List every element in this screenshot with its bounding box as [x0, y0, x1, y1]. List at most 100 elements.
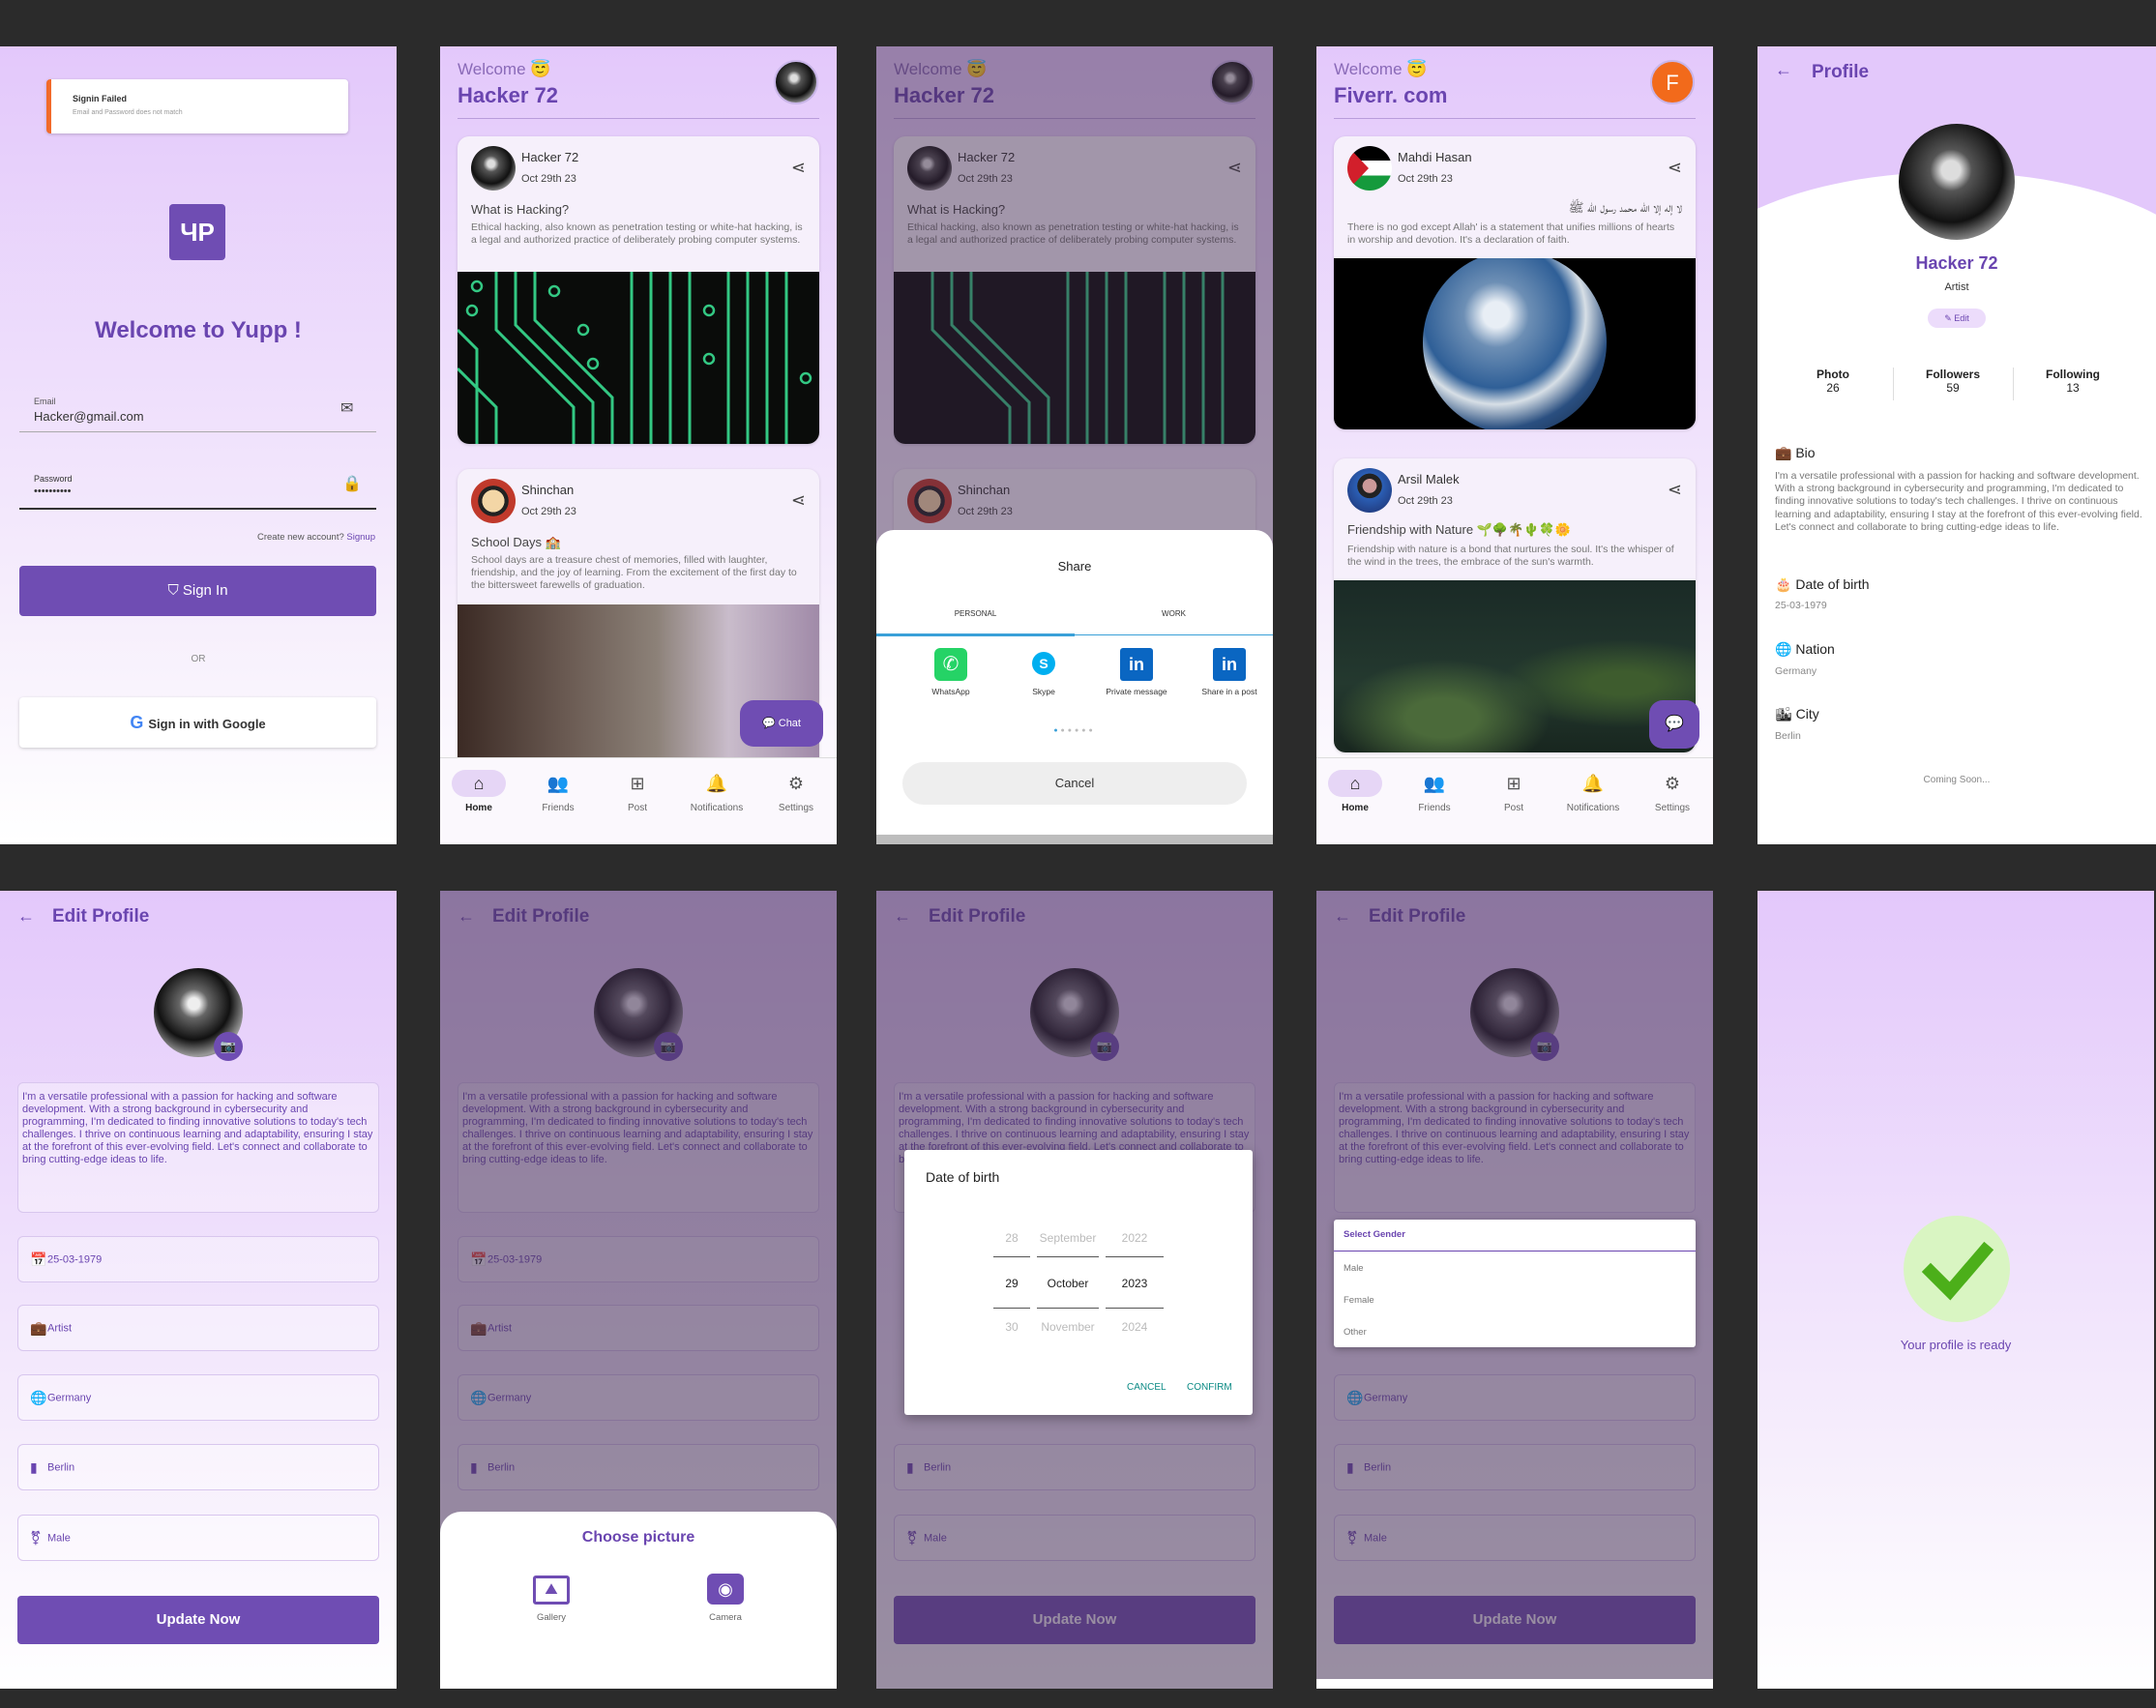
- cancel-button[interactable]: Cancel: [902, 762, 1247, 805]
- choose-picture-sheet: Choose picture ⛰ Gallery ◉ Camera: [440, 1512, 837, 1689]
- gender-option-male[interactable]: Male: [1344, 1263, 1364, 1274]
- city-field[interactable]: ▮ Berlin: [17, 1444, 379, 1490]
- gender-option-other[interactable]: Other: [1344, 1327, 1367, 1338]
- date-cancel-button[interactable]: CANCEL: [1127, 1382, 1167, 1393]
- profile-avatar: [1899, 124, 2015, 240]
- back-arrow-icon[interactable]: ←: [17, 906, 35, 927]
- google-icon: G: [130, 713, 149, 732]
- briefcase-icon: 💼: [1775, 445, 1796, 460]
- gender-dropdown: Select Gender Male Female Other: [1334, 1220, 1696, 1347]
- image-icon: ⛰: [533, 1575, 570, 1605]
- stat-photo[interactable]: Photo 26: [1773, 368, 1893, 395]
- gear-icon: ⚙: [1664, 774, 1681, 793]
- update-now-button[interactable]: Update Now: [17, 1596, 379, 1644]
- gender-field[interactable]: ⚧ Male: [17, 1515, 379, 1561]
- nation-value: Germany: [1775, 665, 1817, 677]
- profile-ready-screen: Your profile is ready: [1757, 891, 2154, 1689]
- whatsapp-icon: ✆: [934, 648, 967, 681]
- profile-avatar-letter[interactable]: F: [1650, 60, 1695, 104]
- home-icon: ⌂: [1328, 770, 1382, 797]
- password-field[interactable]: ••••••••••: [19, 486, 376, 510]
- nation-field[interactable]: 🌐Germany: [17, 1374, 379, 1421]
- share-skype[interactable]: S Skype: [1008, 648, 1079, 696]
- share-icon[interactable]: ⋖: [791, 158, 806, 178]
- post-card[interactable]: Mahdi Hasan Oct 29th 23 ⋖ لا إله إلا الل…: [1334, 136, 1696, 429]
- cake-icon: 🎂: [1775, 576, 1796, 592]
- back-arrow-icon[interactable]: ←: [1775, 60, 1792, 80]
- share-app-label: Skype: [1032, 687, 1055, 696]
- signup-link[interactable]: Signup: [346, 532, 375, 543]
- nav-home[interactable]: ⌂ Home: [440, 770, 517, 813]
- share-in-post[interactable]: in Share in a post: [1194, 648, 1265, 697]
- post-date: Oct 29th 23: [1398, 495, 1453, 507]
- post-avatar: [1347, 146, 1392, 191]
- stat-following[interactable]: Following 13: [2013, 368, 2133, 395]
- post-card[interactable]: Arsil Malek Oct 29th 23 ⋖ Friendship wit…: [1334, 458, 1696, 752]
- tab-work[interactable]: WORK: [1075, 609, 1273, 618]
- profile-name: Hacker 72: [1915, 253, 1998, 273]
- google-signin-button[interactable]: G Sign in with Google: [19, 697, 376, 748]
- selected-day: 29: [993, 1256, 1030, 1309]
- dob-field[interactable]: 📅25-03-1979: [17, 1236, 379, 1282]
- linkedin-icon: in: [1120, 648, 1153, 681]
- email-field[interactable]: Hacker@gmail.com: [19, 409, 376, 432]
- nav-friends[interactable]: 👥 Friends: [1396, 770, 1473, 813]
- share-icon[interactable]: ⋖: [1668, 480, 1682, 500]
- dob-value: 25-03-1979: [1775, 600, 1827, 611]
- role-field[interactable]: 💼Artist: [17, 1305, 379, 1351]
- shield-icon: ⛉: [167, 582, 183, 599]
- tab-underline: [1075, 634, 1273, 635]
- share-whatsapp[interactable]: ✆ WhatsApp: [915, 648, 987, 696]
- circuit-image: [458, 272, 819, 444]
- globe-icon: 🌐: [30, 1390, 47, 1405]
- share-app-label: Share in a post: [1201, 687, 1257, 696]
- edit-profile-screen: ← Edit Profile 📷 I'm a versatile profess…: [0, 891, 397, 1689]
- post-avatar: [1347, 468, 1392, 513]
- gallery-option[interactable]: ⛰ Gallery: [517, 1575, 585, 1623]
- people-icon: 👥: [546, 774, 570, 793]
- post-author: Mahdi Hasan: [1398, 150, 1472, 164]
- toast-message: Email and Password does not match: [73, 109, 183, 116]
- profile-avatar[interactable]: [774, 60, 818, 104]
- stat-followers[interactable]: Followers 59: [1893, 368, 2013, 395]
- nav-home[interactable]: ⌂ Home: [1316, 770, 1394, 813]
- nav-post[interactable]: ⊞ Post: [599, 770, 676, 813]
- signin-button[interactable]: ⛉ Sign In: [19, 566, 376, 616]
- date-confirm-button[interactable]: CONFIRM: [1187, 1382, 1232, 1393]
- header-divider: [1334, 118, 1696, 119]
- bio-input[interactable]: I'm a versatile professional with a pass…: [17, 1082, 379, 1213]
- choose-picture-title: Choose picture: [581, 1529, 695, 1546]
- chat-fab[interactable]: 💬: [1649, 700, 1699, 749]
- post-date: Oct 29th 23: [521, 506, 576, 517]
- post-card[interactable]: Hacker 72 Oct 29th 23 ⋖ What is Hacking?…: [458, 136, 819, 444]
- gender-option-female[interactable]: Female: [1344, 1295, 1374, 1306]
- year-wheel[interactable]: 2022 2023 2024: [1106, 1220, 1164, 1345]
- people-icon: 👥: [1423, 774, 1446, 793]
- app-logo: ЧP: [169, 204, 225, 260]
- welcome-text: Welcome 😇: [458, 60, 551, 78]
- nav-friends[interactable]: 👥 Friends: [519, 770, 597, 813]
- date-dialog-title: Date of birth: [926, 1169, 1000, 1185]
- nav-settings[interactable]: ⚙ Settings: [1634, 770, 1711, 813]
- profile-screen: ← Profile Hacker 72 Artist ✎ Edit Photo 2…: [1757, 46, 2156, 844]
- bottom-bar: [1316, 1679, 1713, 1689]
- nav-notifications[interactable]: 🔔 Notifications: [1554, 770, 1632, 813]
- post-avatar: [471, 479, 516, 523]
- nav-post[interactable]: ⊞ Post: [1475, 770, 1552, 813]
- post-body: Friendship with nature is a bond that nu…: [1347, 544, 1674, 568]
- share-private-message[interactable]: in Private message: [1101, 648, 1172, 697]
- day-wheel[interactable]: 28 29 30: [993, 1220, 1030, 1345]
- edit-profile-button[interactable]: ✎ Edit: [1928, 309, 1986, 328]
- nav-settings[interactable]: ⚙ Settings: [757, 770, 835, 813]
- tab-personal[interactable]: PERSONAL: [876, 609, 1075, 618]
- chat-button[interactable]: 💬 Chat: [740, 700, 823, 747]
- post-body: There is no god except Allah' is a state…: [1347, 221, 1675, 246]
- bio-text: I'm a versatile professional with a pass…: [1775, 470, 2142, 533]
- camera-icon[interactable]: 📷: [214, 1032, 243, 1061]
- month-wheel[interactable]: September October November: [1037, 1220, 1099, 1345]
- nav-notifications[interactable]: 🔔 Notifications: [678, 770, 755, 813]
- share-icon[interactable]: ⋖: [791, 490, 806, 511]
- camera-option[interactable]: ◉ Camera: [692, 1574, 759, 1623]
- share-icon[interactable]: ⋖: [1668, 158, 1682, 178]
- post-body: School days are a treasure chest of memo…: [471, 554, 797, 591]
